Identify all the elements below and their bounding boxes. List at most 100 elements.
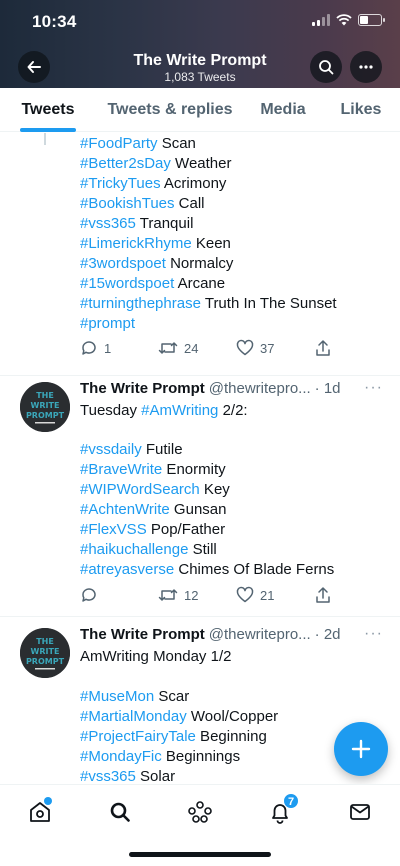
prompt-word: Weather xyxy=(170,155,232,172)
svg-text:WRITE: WRITE xyxy=(31,401,60,410)
tab-tweets[interactable]: Tweets xyxy=(0,88,96,132)
reply-icon xyxy=(82,588,96,602)
hashtag-link[interactable]: #vssdaily xyxy=(80,441,142,458)
hashtag-link[interactable]: #3wordspoet xyxy=(80,255,166,272)
share-button[interactable] xyxy=(314,339,332,357)
tweet-more-icon[interactable]: ··· xyxy=(364,625,383,643)
hashtag-link[interactable]: #TrickyTues xyxy=(80,175,161,192)
intro-text: Tuesday xyxy=(80,402,142,419)
prompt-word: Key xyxy=(199,481,230,498)
hashtag-link[interactable]: #15wordspoet xyxy=(80,275,174,292)
hashtag-link[interactable]: #turningthephrase xyxy=(80,295,201,312)
retweet-icon xyxy=(158,589,178,601)
prompt-word: Beginnings xyxy=(161,748,241,765)
author-name[interactable]: The Write Prompt xyxy=(80,625,205,645)
tab-media[interactable]: Media xyxy=(244,88,322,132)
hashtag-link[interactable]: #FlexVSS xyxy=(80,521,147,538)
tab-label: Media xyxy=(260,101,306,118)
nav-home[interactable] xyxy=(20,797,60,827)
hashtag-link[interactable]: #BraveWrite xyxy=(80,461,162,478)
tweet-header: The Write Prompt @thewritepro... · 1d xyxy=(80,379,341,399)
nav-notifications[interactable]: 7 xyxy=(260,793,300,827)
mail-icon xyxy=(350,804,370,820)
retweet-button[interactable]: 12 xyxy=(158,586,198,604)
prompt-word: Gunsan xyxy=(169,501,227,518)
active-tab-indicator xyxy=(20,128,76,132)
prompt-line: #prompt xyxy=(80,314,135,334)
prompt-line: #haikuchallenge Still xyxy=(80,540,217,560)
nav-messages[interactable] xyxy=(340,797,380,827)
author-handle[interactable]: @thewritepro... xyxy=(209,625,311,645)
hashtag-link[interactable]: #Better2sDay xyxy=(80,155,171,172)
prompt-line: #BookishTues Call xyxy=(80,194,205,214)
retweet-button[interactable]: 24 xyxy=(158,339,198,357)
prompt-line: #Better2sDay Weather xyxy=(80,154,231,174)
hashtag-link[interactable]: #LimerickRhyme xyxy=(80,235,192,252)
tweet-intro: AmWriting Monday 1/2 xyxy=(80,648,232,665)
prompt-word: Keen xyxy=(191,235,231,252)
hashtag-link[interactable]: #BookishTues xyxy=(80,195,175,212)
intro-text: 2/2: xyxy=(218,402,248,419)
spaces-icon xyxy=(188,801,212,823)
prompt-word: Pop/Father xyxy=(146,521,226,538)
like-button[interactable]: 21 xyxy=(236,586,274,604)
notification-badge: 7 xyxy=(283,793,300,809)
prompt-line: #3wordspoet Normalcy xyxy=(80,254,233,274)
hashtag-link[interactable]: #MartialMonday xyxy=(80,708,187,725)
hashtag-link[interactable]: #ProjectFairyTale xyxy=(80,728,196,745)
hashtag-link[interactable]: #WIPWordSearch xyxy=(80,481,200,498)
svg-text:PROMPT: PROMPT xyxy=(26,657,65,666)
reply-icon xyxy=(82,341,96,355)
prompt-line: #vss365 Solar xyxy=(80,767,175,784)
reply-button[interactable] xyxy=(80,586,104,604)
prompt-word: Solar xyxy=(135,768,176,784)
hashtag-link[interactable]: #haikuchallenge xyxy=(80,541,188,558)
like-button[interactable]: 37 xyxy=(236,339,274,357)
prompt-word: Acrimony xyxy=(160,175,227,192)
signal-icon xyxy=(312,14,330,26)
hashtag-link[interactable]: #AchtenWrite xyxy=(80,501,170,518)
reply-button[interactable]: 1 xyxy=(80,339,111,357)
profile-tabs: Tweets Tweets & replies Media Likes xyxy=(0,88,400,132)
search-icon xyxy=(110,802,130,822)
like-count: 37 xyxy=(260,340,275,356)
avatar[interactable]: THE WRITE PROMPT xyxy=(20,628,70,678)
tab-tweets-and-replies[interactable]: Tweets & replies xyxy=(96,88,244,132)
battery-icon xyxy=(358,14,385,26)
profile-header: 10:34 The Write Prompt 1,083 Tweets xyxy=(0,0,400,88)
hashtag-link[interactable]: #FoodParty xyxy=(80,135,158,152)
prompt-line: #LimerickRhyme Keen xyxy=(80,234,231,254)
more-button[interactable] xyxy=(350,51,382,83)
hashtag-link[interactable]: #atreyasverse xyxy=(80,561,174,578)
author-name[interactable]: The Write Prompt xyxy=(80,379,205,399)
unread-dot xyxy=(44,797,52,805)
tweet-more-icon[interactable]: ··· xyxy=(364,379,383,397)
avatar[interactable]: THE WRITE PROMPT xyxy=(20,382,70,432)
tweet-time[interactable]: · 1d xyxy=(315,379,341,399)
hashtag-link[interactable]: #vss365 xyxy=(80,768,136,784)
nav-explore[interactable] xyxy=(100,797,140,827)
tweet-time[interactable]: · 2d xyxy=(315,625,341,645)
prompt-line: #MondayFic Beginnings xyxy=(80,747,240,767)
prompt-line: #BraveWrite Enormity xyxy=(80,460,226,480)
hashtag-link[interactable]: #vss365 xyxy=(80,215,136,232)
prompt-line: #FoodParty Scan xyxy=(80,134,196,154)
plus-icon xyxy=(351,739,371,759)
hashtag-link[interactable]: #MuseMon xyxy=(80,688,154,705)
hashtag-link[interactable]: #AmWriting xyxy=(141,402,218,419)
hashtag-link[interactable]: #MondayFic xyxy=(80,748,162,765)
author-handle[interactable]: @thewritepro... xyxy=(209,379,311,399)
compose-tweet-button[interactable] xyxy=(334,722,388,776)
retweet-count: 12 xyxy=(184,587,199,603)
search-button[interactable] xyxy=(310,51,342,83)
hashtag-link[interactable]: #prompt xyxy=(80,315,135,332)
tweet-divider xyxy=(0,616,400,617)
nav-spaces[interactable] xyxy=(180,797,220,827)
svg-text:THE: THE xyxy=(36,637,54,646)
share-button[interactable] xyxy=(314,586,332,604)
prompt-line: #WIPWordSearch Key xyxy=(80,480,230,500)
timeline[interactable]: #FoodParty Scan #Better2sDay Weather #Tric… xyxy=(0,133,400,784)
tab-likes[interactable]: Likes xyxy=(322,88,400,132)
reply-count: 1 xyxy=(104,340,112,356)
prompt-word: Truth In The Sunset xyxy=(200,295,337,312)
